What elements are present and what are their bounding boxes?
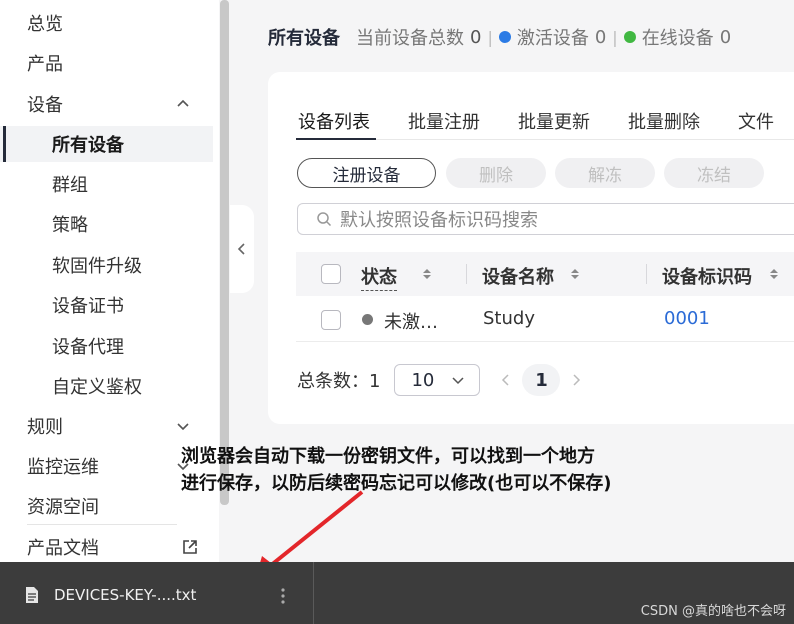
online-status-dot [623, 31, 636, 43]
sidebar-item-label: 所有设备 [52, 135, 124, 156]
sidebar-item-label: 资源空间 [27, 497, 99, 518]
pagination: 总条数：1 10 1 [297, 364, 588, 396]
online-devices-value: 0 [719, 26, 732, 48]
device-list-card: 设备列表 批量注册 批量更新 批量删除 文件 注册设备 删除 解冻 冻结 默认按… [268, 72, 794, 424]
column-header-label: 状态 [361, 267, 397, 288]
watermark: CSDN @真的啥也不会呀 [640, 604, 786, 619]
collapse-sidebar-button[interactable] [230, 205, 254, 293]
external-link-icon [183, 540, 197, 554]
row-checkbox[interactable] [321, 310, 341, 330]
tab-bar: 设备列表 批量注册 批量更新 批量删除 文件 [298, 108, 794, 138]
sidebar-item-products[interactable]: 产品 [0, 45, 213, 81]
search-input[interactable]: 默认按照设备标识码搜索 [297, 203, 794, 235]
device-identifier-link[interactable]: 0001 [664, 308, 710, 329]
sidebar-item-device-proxy[interactable]: 设备代理 [0, 328, 213, 364]
search-icon [317, 212, 332, 227]
sidebar-item-devices[interactable]: 设备 [0, 86, 213, 122]
stat-separator: | [612, 27, 618, 47]
chevron-down-icon [452, 377, 464, 385]
table-header: 状态 设备名称 设备标识码 [296, 252, 794, 296]
sidebar-item-label: 群组 [52, 175, 88, 196]
total-devices-label: 当前设备总数 [356, 28, 464, 49]
sidebar-item-label: 策略 [52, 215, 88, 236]
annotation-line: 浏览器会自动下载一份密钥文件，可以找到一个地方 [181, 446, 595, 467]
tab-batch-register[interactable]: 批量注册 [408, 108, 480, 138]
chevron-right-icon [573, 374, 581, 386]
freeze-button[interactable]: 冻结 [664, 158, 764, 188]
table-row[interactable]: 未激… Study 0001 [296, 296, 794, 342]
stat-separator: | [487, 27, 493, 47]
register-device-button[interactable]: 注册设备 [297, 158, 436, 188]
page-title: 所有设备 [268, 28, 340, 49]
column-header-label: 设备名称 [482, 267, 554, 288]
sidebar-item-label: 总览 [27, 14, 63, 35]
sidebar-item-rules[interactable]: 规则 [0, 408, 213, 444]
sidebar-item-overview[interactable]: 总览 [0, 5, 213, 41]
page-size-select[interactable]: 10 [394, 364, 481, 396]
sidebar-scrollbar[interactable] [220, 0, 229, 505]
sidebar-divider [27, 524, 177, 525]
file-icon [26, 587, 38, 603]
sidebar-item-label: 设备代理 [52, 337, 124, 358]
sidebar-item-label: 规则 [27, 417, 63, 438]
device-status: 未激… [384, 312, 438, 333]
sort-icon[interactable] [421, 267, 433, 281]
download-bar: DEVICES-KEY-....txt CSDN @真的啥也不会呀 [0, 562, 794, 624]
search-placeholder: 默认按照设备标识码搜索 [340, 210, 538, 231]
column-header-device-identifier[interactable]: 设备标识码 [662, 263, 752, 289]
status-dot [362, 314, 373, 325]
total-devices-value: 0 [470, 26, 482, 48]
unfreeze-button[interactable]: 解冻 [555, 158, 655, 188]
select-all-checkbox[interactable] [321, 264, 341, 284]
sidebar-item-label: 监控运维 [27, 457, 99, 478]
sidebar-item-groups[interactable]: 群组 [0, 166, 213, 202]
sidebar-item-label: 产品 [27, 54, 63, 75]
sidebar-item-product-docs[interactable]: 产品文档 [0, 529, 213, 565]
column-header-status[interactable]: 状态 [361, 263, 397, 291]
sidebar-item-all-devices[interactable]: 所有设备 [0, 126, 213, 162]
device-name: Study [483, 308, 535, 329]
chevron-down-icon [177, 423, 189, 431]
active-tab-indicator [296, 138, 376, 140]
page-size-value: 10 [411, 369, 435, 391]
sidebar-item-firmware-upgrade[interactable]: 软固件升级 [0, 247, 213, 283]
page-header: 所有设备 当前设备总数 0 | 激活设备 0 | 在线设备 0 [268, 24, 731, 50]
column-separator [466, 264, 467, 284]
sidebar-item-policies[interactable]: 策略 [0, 206, 213, 242]
tab-file[interactable]: 文件 [738, 108, 774, 138]
sidebar-item-label: 设备证书 [52, 296, 124, 317]
annotation-line: 进行保存，以防后续密码忘记可以修改(也可以不保存) [181, 473, 612, 494]
tab-device-list[interactable]: 设备列表 [298, 108, 370, 138]
more-options-icon[interactable] [279, 586, 287, 606]
tab-batch-delete[interactable]: 批量删除 [628, 108, 700, 138]
prev-page-button[interactable] [494, 364, 518, 396]
active-status-dot [498, 31, 511, 43]
delete-button[interactable]: 删除 [446, 158, 546, 188]
sidebar-item-label: 软固件升级 [52, 256, 142, 277]
sidebar-item-label: 设备 [27, 95, 63, 116]
download-filename: DEVICES-KEY-....txt [54, 586, 197, 604]
sidebar-item-label: 自定义鉴权 [52, 377, 142, 398]
column-header-device-name[interactable]: 设备名称 [482, 263, 554, 289]
tab-batch-update[interactable]: 批量更新 [518, 108, 590, 138]
chevron-left-icon [237, 243, 245, 255]
active-devices-label: 激活设备 [516, 28, 589, 49]
sidebar-item-device-certificates[interactable]: 设备证书 [0, 287, 213, 323]
column-header-label: 设备标识码 [662, 267, 752, 288]
active-devices-value: 0 [594, 26, 607, 48]
sort-icon[interactable] [768, 267, 780, 281]
chevron-up-icon [177, 99, 189, 107]
annotation-text: 浏览器会自动下载一份密钥文件，可以找到一个地方 进行保存，以防后续密码忘记可以修… [181, 443, 611, 497]
chevron-left-icon [502, 374, 509, 386]
page-number-current[interactable]: 1 [522, 364, 561, 396]
download-item[interactable]: DEVICES-KEY-....txt [0, 562, 314, 624]
sidebar-item-label: 产品文档 [27, 538, 99, 559]
online-devices-label: 在线设备 [641, 28, 714, 49]
next-page-button[interactable] [564, 364, 588, 396]
total-count: 总条数：1 [297, 371, 381, 392]
sort-icon[interactable] [569, 267, 581, 281]
sidebar-item-custom-auth[interactable]: 自定义鉴权 [0, 368, 213, 404]
column-separator [646, 264, 647, 284]
